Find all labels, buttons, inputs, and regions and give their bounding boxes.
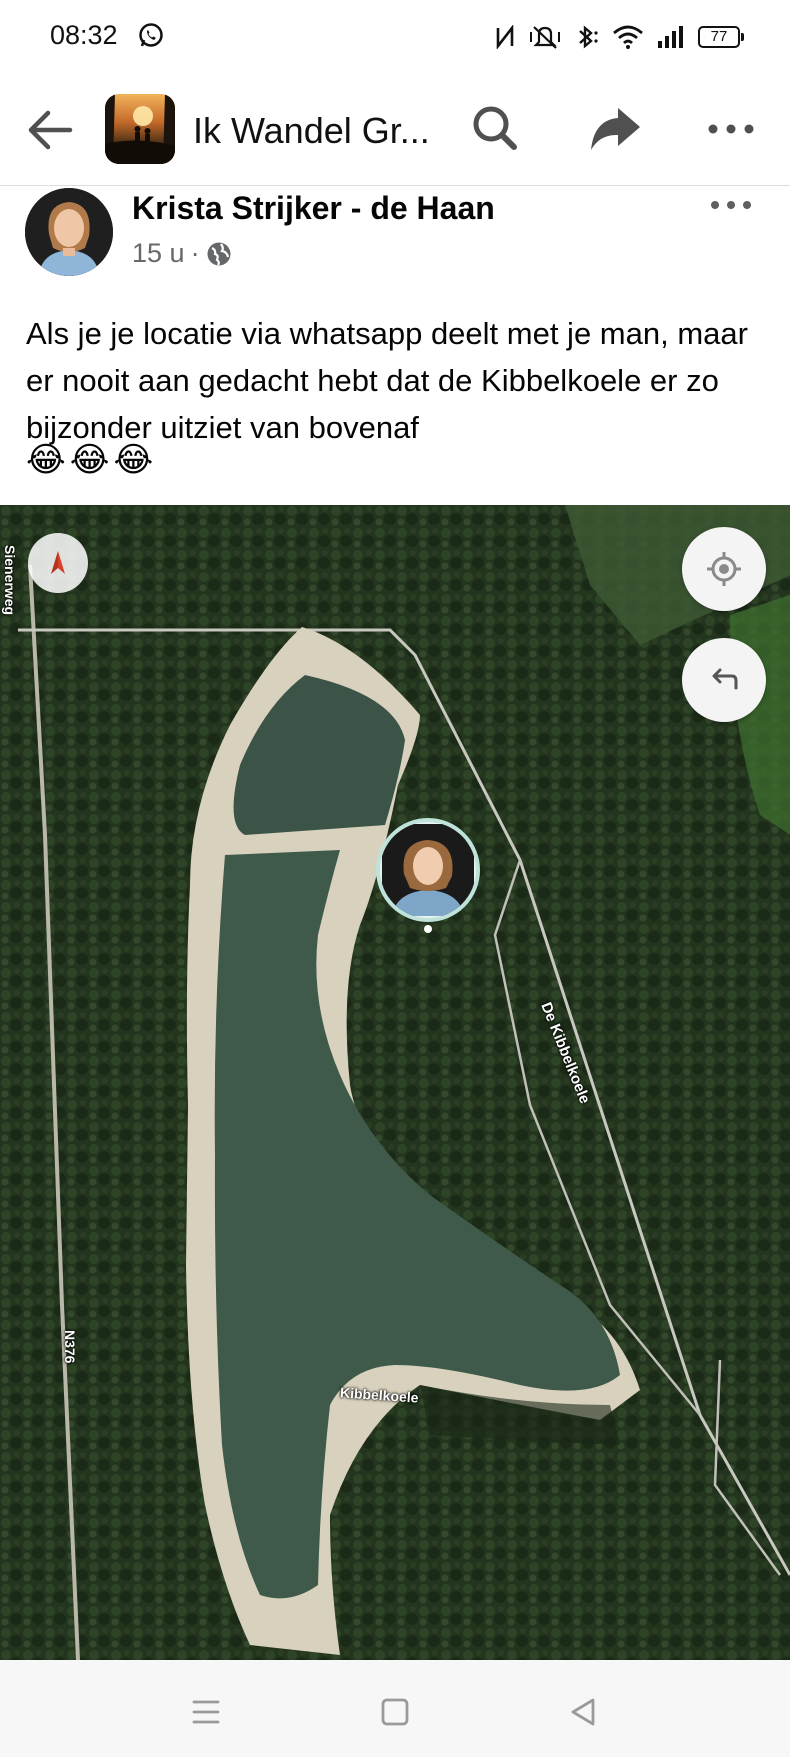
battery-icon: 77 [698,26,744,48]
post-time[interactable]: 15 u [132,238,185,269]
system-nav-bar [0,1660,790,1757]
more-icon[interactable] [702,100,760,158]
status-icons: 77 [494,22,744,52]
laughing-emoji: 😂 [69,441,110,479]
map-image[interactable]: Sienerweg N376 De Kibbelkoele Kibbelkoel… [0,505,790,1660]
back-triangle-icon[interactable] [563,1692,603,1732]
whatsapp-icon [139,23,163,47]
bluetooth-icon [579,25,598,49]
location-avatar-pin[interactable] [376,818,480,922]
app-header: Ik Wandel Gr... [0,72,790,186]
share-icon[interactable] [586,100,644,158]
post-text: Als je je locatie via whatsapp deelt met… [26,316,748,445]
map-label-sienerweg: Sienerweg [2,545,18,616]
undo-icon[interactable] [682,638,766,722]
post-meta: 15 u · [132,238,232,269]
author-name[interactable]: Krista Strijker - de Haan [132,190,495,227]
vibrate-icon [530,26,560,49]
nfc-icon [496,25,514,49]
group-photo-icon [105,94,175,164]
compass-icon[interactable] [28,533,88,593]
back-arrow-icon[interactable] [26,105,76,155]
satellite-view [0,505,790,1660]
person-photo-icon [382,824,474,916]
status-time: 08:32 [50,20,118,50]
search-icon[interactable] [466,100,524,158]
globe-icon [207,242,231,266]
group-title[interactable]: Ik Wandel Gr... [193,110,430,152]
location-dot [424,925,432,933]
map-label-n376: N376 [62,1330,78,1364]
laughing-emoji: 😂 [26,441,66,479]
post-more-icon[interactable] [706,190,756,220]
author-avatar[interactable] [25,188,113,276]
laughing-emoji: 😂 [113,441,154,479]
group-thumbnail[interactable] [105,94,175,164]
home-icon[interactable] [375,1692,415,1732]
status-bar: 08:32 77 [0,0,790,72]
menu-icon[interactable] [186,1692,226,1732]
post-emojis: 😂 😂 😂 [26,440,153,486]
signal-icon [658,26,683,48]
meta-separator: · [190,238,200,268]
locate-icon[interactable] [682,527,766,611]
wifi-icon [613,25,643,49]
